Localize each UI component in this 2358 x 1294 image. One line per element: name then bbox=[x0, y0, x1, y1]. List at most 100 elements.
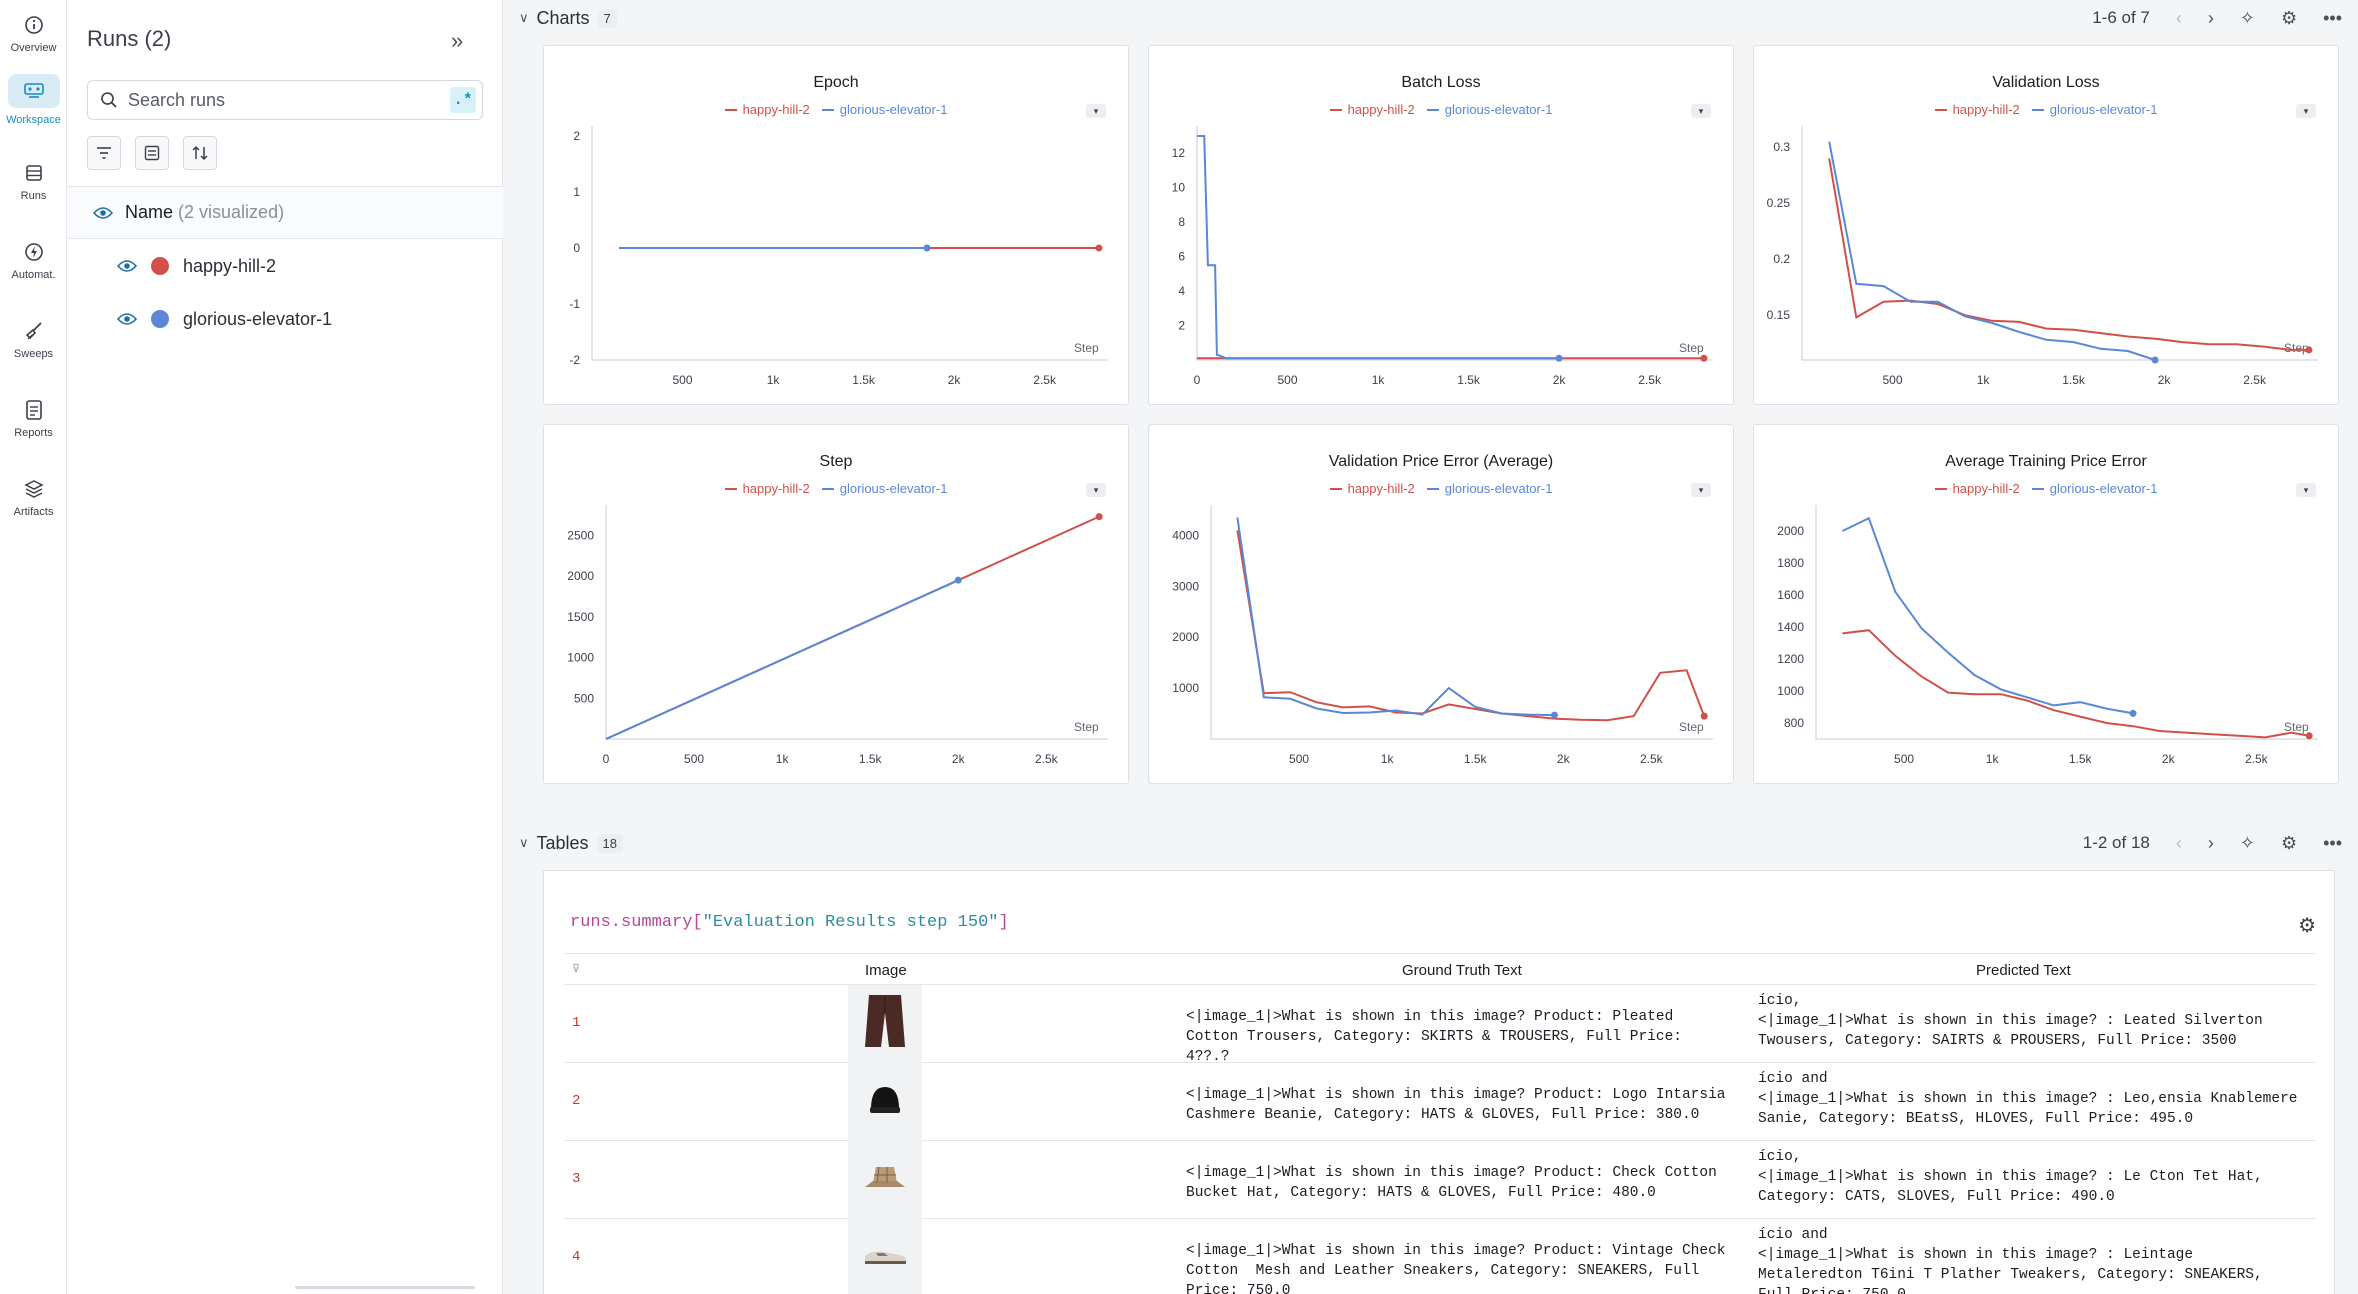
column-header-ground-truth[interactable]: Ground Truth Text bbox=[1402, 962, 1522, 979]
run-color-dot[interactable] bbox=[151, 257, 169, 275]
more-icon[interactable]: ••• bbox=[2323, 833, 2342, 854]
column-header-image[interactable]: Image bbox=[865, 962, 907, 979]
y-tick-label: 2000 bbox=[1777, 524, 1804, 538]
x-axis-label: Step bbox=[1074, 341, 1099, 355]
series-endpoint[interactable] bbox=[1700, 712, 1708, 720]
series-endpoint[interactable] bbox=[1550, 711, 1558, 719]
product-image[interactable] bbox=[848, 1141, 922, 1219]
search-runs-field[interactable]: .* bbox=[87, 80, 483, 120]
series-endpoint[interactable] bbox=[2305, 732, 2313, 740]
sparkle-icon[interactable]: ✧ bbox=[2240, 833, 2255, 854]
run-name[interactable]: glorious-elevator-1 bbox=[183, 309, 332, 330]
x-tick-label: 0 bbox=[1194, 373, 1201, 387]
gear-icon[interactable]: ⚙ bbox=[2298, 913, 2316, 938]
gear-icon[interactable]: ⚙ bbox=[2281, 8, 2297, 29]
sparkle-icon[interactable]: ✧ bbox=[2240, 8, 2255, 29]
group-button[interactable] bbox=[135, 136, 169, 170]
series-endpoint[interactable] bbox=[2129, 709, 2137, 717]
y-tick-label: 1000 bbox=[1172, 681, 1199, 695]
chart-panel[interactable]: Epoch happy-hill-2 glorious-elevator-1 ▾ 2 1 0… bbox=[543, 45, 1129, 405]
series-endpoint[interactable] bbox=[1095, 244, 1103, 252]
chart-panel[interactable]: Average Training Price Error happy-hill-2… bbox=[1753, 424, 2339, 784]
collapse-panel-icon[interactable]: » bbox=[451, 28, 463, 54]
y-tick-label: 4 bbox=[1178, 284, 1185, 298]
chevron-down-icon[interactable]: ∨ bbox=[519, 10, 529, 26]
search-runs-input[interactable] bbox=[128, 89, 428, 111]
nav-runs[interactable]: Runs bbox=[0, 148, 67, 216]
nav-workspace[interactable]: Workspace bbox=[0, 62, 67, 138]
eye-icon[interactable] bbox=[117, 312, 137, 326]
scrollbar[interactable] bbox=[295, 1286, 475, 1289]
column-header-predicted[interactable]: Predicted Text bbox=[1976, 962, 2071, 979]
tables-section-header[interactable]: ∨ Tables 18 1-2 of 18 ‹ › ✧ ⚙ ••• bbox=[503, 825, 2358, 861]
x-tick-label: 2.5k bbox=[2245, 752, 2269, 766]
y-tick-label: 0.2 bbox=[1773, 252, 1790, 266]
chart-panel[interactable]: Validation Loss happy-hill-2 glorious-elev… bbox=[1753, 45, 2339, 405]
series-endpoint[interactable] bbox=[2305, 346, 2313, 354]
nav-artifacts[interactable]: Artifacts bbox=[0, 464, 67, 532]
series-line[interactable] bbox=[1197, 135, 1560, 360]
filter-button[interactable] bbox=[87, 136, 121, 170]
charts-section-header[interactable]: ∨ Charts 7 1-6 of 7 ‹ › ✧ ⚙ ••• bbox=[503, 0, 2358, 36]
series-endpoint[interactable] bbox=[923, 244, 931, 252]
eye-icon[interactable] bbox=[117, 259, 137, 273]
table-row[interactable]: 3 <|image_1|>What is shown in this image?… bbox=[564, 1141, 2316, 1219]
series-line[interactable] bbox=[1841, 516, 2134, 715]
chart-panel[interactable]: Batch Loss happy-hill-2 glorious-elevator-… bbox=[1148, 45, 1734, 405]
table-row[interactable]: 4 <|image_1|>What is shown in this image?… bbox=[564, 1219, 2316, 1294]
next-page-icon[interactable]: › bbox=[2208, 833, 2214, 854]
run-row[interactable]: glorious-elevator-1 bbox=[67, 293, 503, 345]
layers-icon bbox=[23, 478, 45, 500]
series-endpoint[interactable] bbox=[1095, 513, 1103, 521]
next-page-icon[interactable]: › bbox=[2208, 8, 2214, 29]
chart-panel[interactable]: Step happy-hill-2 glorious-elevator-1 ▾ 2500… bbox=[543, 424, 1129, 784]
nav-reports[interactable]: Reports bbox=[0, 385, 67, 453]
y-tick-label: 2 bbox=[1178, 319, 1185, 333]
nav-sweeps[interactable]: Sweeps bbox=[0, 306, 67, 374]
table-row[interactable]: 1 <|image_1|>What is shown in this image?… bbox=[564, 985, 2316, 1063]
chart-plot: 2000 1800 1600 1400 1200 1000 800 500 1k 1.5k 2k 2.… bbox=[1777, 505, 2318, 766]
x-tick-label: 0 bbox=[603, 752, 610, 766]
name-column-header[interactable]: Name (2 visualized) bbox=[67, 187, 503, 239]
y-tick-label: 0.25 bbox=[1767, 196, 1791, 210]
section-count: 18 bbox=[596, 833, 624, 853]
eye-icon[interactable] bbox=[93, 206, 113, 220]
product-image[interactable] bbox=[848, 1219, 922, 1294]
filter-icon[interactable]: ⊽ bbox=[572, 962, 580, 975]
nav-rail: Overview Workspace Runs Automat. Sweeps bbox=[0, 0, 67, 1294]
series-line[interactable] bbox=[605, 579, 959, 740]
nav-label: Artifacts bbox=[13, 506, 54, 518]
more-icon[interactable]: ••• bbox=[2323, 8, 2342, 29]
x-axis-label: Step bbox=[1679, 341, 1704, 355]
nav-label: Overview bbox=[10, 42, 57, 54]
nav-automations[interactable]: Automat. bbox=[0, 227, 67, 295]
x-tick-label: 500 bbox=[1894, 752, 1914, 766]
y-tick-label: -2 bbox=[569, 353, 580, 367]
run-color-dot[interactable] bbox=[151, 310, 169, 328]
y-tick-label: 1 bbox=[573, 185, 580, 199]
series-endpoint[interactable] bbox=[2151, 356, 2159, 364]
table-row[interactable]: 2 <|image_1|>What is shown in this image?… bbox=[564, 1063, 2316, 1141]
chart-panel[interactable]: Validation Price Error (Average) happy-hi… bbox=[1148, 424, 1734, 784]
visualized-count: (2 visualized) bbox=[178, 202, 285, 222]
run-name[interactable]: happy-hill-2 bbox=[183, 256, 276, 277]
prev-page-icon[interactable]: ‹ bbox=[2176, 8, 2182, 29]
y-tick-label: 2000 bbox=[1172, 630, 1199, 644]
series-line[interactable] bbox=[1828, 158, 2309, 351]
series-endpoint[interactable] bbox=[1700, 354, 1708, 362]
series-endpoint[interactable] bbox=[954, 576, 962, 584]
product-image[interactable] bbox=[848, 1063, 922, 1141]
series-line[interactable] bbox=[1236, 517, 1555, 717]
chevron-down-icon[interactable]: ∨ bbox=[519, 835, 529, 851]
sort-button[interactable] bbox=[183, 136, 217, 170]
series-line[interactable] bbox=[1236, 530, 1706, 722]
run-row[interactable]: happy-hill-2 bbox=[67, 240, 503, 292]
series-line[interactable] bbox=[1842, 629, 2310, 739]
regex-toggle[interactable]: .* bbox=[450, 87, 476, 113]
gear-icon[interactable]: ⚙ bbox=[2281, 833, 2297, 854]
product-image[interactable] bbox=[848, 985, 922, 1063]
prev-page-icon[interactable]: ‹ bbox=[2176, 833, 2182, 854]
series-endpoint[interactable] bbox=[1555, 354, 1563, 362]
nav-overview[interactable]: Overview bbox=[0, 0, 67, 68]
series-line[interactable] bbox=[1828, 141, 2156, 361]
